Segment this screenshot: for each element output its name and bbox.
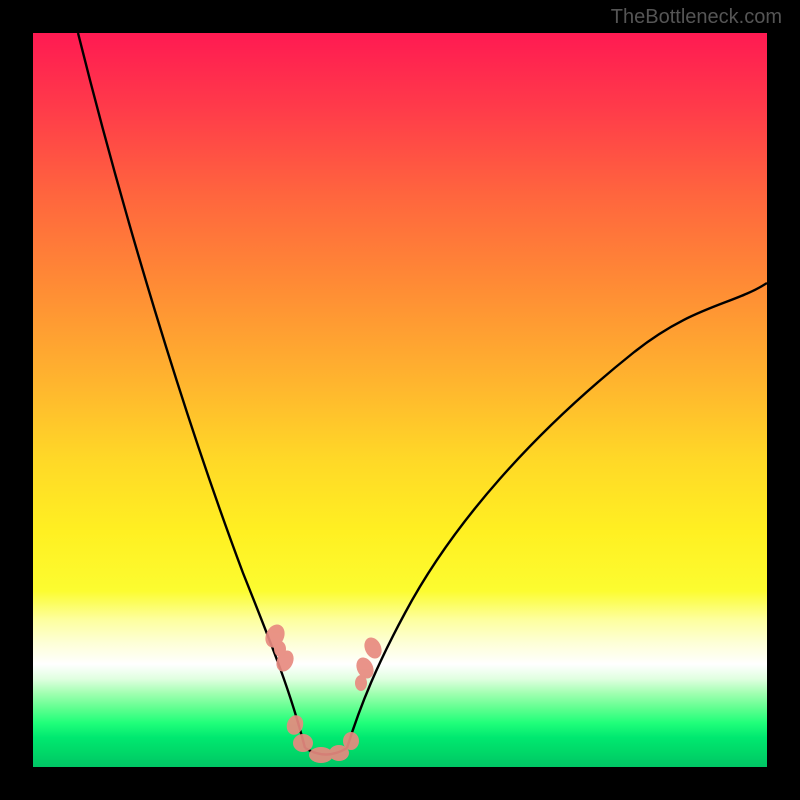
bottleneck-curve xyxy=(33,33,767,767)
watermark-label: TheBottleneck.com xyxy=(611,6,782,29)
marker-cluster-bottom xyxy=(284,713,359,763)
marker-cluster-left xyxy=(262,621,297,674)
chart-plot-area xyxy=(33,33,767,767)
curve-right-branch xyxy=(347,283,767,748)
